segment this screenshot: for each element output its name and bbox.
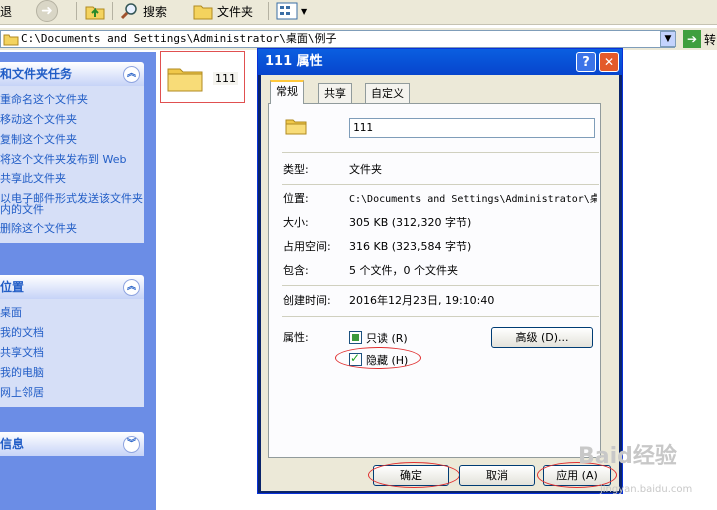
folders-button[interactable]: 文件夹 <box>192 0 253 22</box>
created-label: 创建时间: <box>283 294 331 307</box>
folder-icon <box>3 34 19 46</box>
size-value: 305 KB (312,320 字节) <box>349 216 472 229</box>
help-icon: ? <box>582 55 590 70</box>
folder-item[interactable]: 111 <box>160 51 245 103</box>
watermark: Baid经验 <box>578 444 677 469</box>
readonly-label[interactable]: 只读 (R) <box>366 330 408 346</box>
size-on-disk-label: 占用空间: <box>283 240 331 253</box>
details-panel: 信息 ︾ <box>0 432 144 456</box>
dialog-body: 常规 共享 自定义 111 类型: 文件夹 位置: C:\Documents a… <box>261 75 619 491</box>
place-network[interactable]: 网上邻居 <box>0 383 144 403</box>
general-tab-page: 111 类型: 文件夹 位置: C:\Documents and Setting… <box>268 103 601 458</box>
address-input[interactable]: C:\Documents and Settings\Administrator\… <box>0 30 675 48</box>
attributes-label: 属性: <box>283 331 309 344</box>
location-value: C:\Documents and Settings\Administrator\… <box>349 194 597 205</box>
go-label[interactable]: 转 <box>704 31 716 48</box>
search-label: 搜索 <box>143 4 168 19</box>
size-label: 大小: <box>283 216 309 229</box>
search-button[interactable]: 搜索 <box>120 0 167 22</box>
details-panel-header[interactable]: 信息 ︾ <box>0 432 144 456</box>
close-button[interactable]: ✕ <box>599 52 619 72</box>
tasks-panel-header[interactable]: 和文件夹任务 ︽ <box>0 62 144 86</box>
tab-sharing[interactable]: 共享 <box>318 83 352 103</box>
toolbar-divider <box>76 2 77 20</box>
arrow-right-icon: ➔ <box>686 32 698 46</box>
address-bar: C:\Documents and Settings\Administrator\… <box>0 28 717 50</box>
task-rename[interactable]: 重命名这个文件夹 <box>0 90 144 110</box>
views-icon <box>276 2 298 20</box>
folder-icon <box>167 68 203 92</box>
help-button[interactable]: ? <box>576 52 596 72</box>
size-on-disk-value: 316 KB (323,584 字节) <box>349 240 472 253</box>
back-button-fragment[interactable]: 退 <box>0 0 12 22</box>
search-icon <box>120 3 137 20</box>
toolbar-divider <box>112 2 113 20</box>
up-folder-icon <box>85 6 105 20</box>
forward-button[interactable]: ➜ <box>36 0 58 22</box>
created-value: 2016年12月23日, 19:10:40 <box>349 294 495 307</box>
chevron-down-icon: ▼ <box>301 6 308 16</box>
up-folder-button[interactable] <box>84 0 106 22</box>
readonly-checkbox[interactable] <box>349 331 362 344</box>
task-copy[interactable]: 复制这个文件夹 <box>0 130 144 150</box>
task-delete[interactable]: 删除这个文件夹 <box>0 219 144 239</box>
place-shared-documents[interactable]: 共享文档 <box>0 343 144 363</box>
properties-dialog: 111 属性 ? ✕ 常规 共享 自定义 111 类型: 文件夹 位置: C:\… <box>257 48 623 494</box>
dialog-title: 111 属性 <box>265 54 323 69</box>
highlight-annotation <box>335 347 421 369</box>
place-desktop[interactable]: 桌面 <box>0 303 144 323</box>
toolbar-divider <box>268 2 269 20</box>
toolbar: 退 ➜ 搜索 文件夹 ▼ <box>0 0 717 25</box>
place-my-documents[interactable]: 我的文档 <box>0 323 144 343</box>
advanced-button[interactable]: 高级 (D)... <box>491 327 593 348</box>
divider <box>282 285 599 286</box>
task-publish[interactable]: 将这个文件夹发布到 Web <box>0 150 144 169</box>
highlight-annotation <box>368 462 460 488</box>
places-panel-header[interactable]: 位置 ︽ <box>0 275 144 299</box>
chevron-down-icon: ▼ <box>664 34 672 44</box>
tab-general[interactable]: 常规 <box>270 80 304 104</box>
folder-icon <box>285 119 307 135</box>
folder-icon <box>193 5 213 20</box>
contains-value: 5 个文件，0 个文件夹 <box>349 264 458 277</box>
divider <box>282 316 599 317</box>
task-move[interactable]: 移动这个文件夹 <box>0 110 144 130</box>
close-icon: ✕ <box>603 55 615 69</box>
watermark-url: jingyan.baidu.com <box>600 484 693 495</box>
task-share[interactable]: 共享此文件夹 <box>0 169 144 189</box>
type-label: 类型: <box>283 163 309 176</box>
folders-label: 文件夹 <box>217 4 254 19</box>
address-dropdown-button[interactable]: ▼ <box>660 31 676 47</box>
tasks-panel: 和文件夹任务 ︽ 重命名这个文件夹 移动这个文件夹 复制这个文件夹 将这个文件夹… <box>0 62 144 243</box>
go-button[interactable]: ➔ <box>683 30 701 48</box>
places-list: 桌面 我的文档 共享文档 我的电脑 网上邻居 <box>0 299 144 407</box>
divider <box>282 152 599 153</box>
divider <box>282 184 599 185</box>
collapse-icon[interactable]: ︽ <box>123 66 140 83</box>
places-panel: 位置 ︽ 桌面 我的文档 共享文档 我的电脑 网上邻居 <box>0 275 144 407</box>
place-my-computer[interactable]: 我的电脑 <box>0 363 144 383</box>
views-button[interactable]: ▼ <box>276 0 307 22</box>
tab-customize[interactable]: 自定义 <box>365 83 410 103</box>
indeterminate-mark <box>352 334 359 341</box>
cancel-button[interactable]: 取消 <box>459 465 535 486</box>
expand-icon[interactable]: ︾ <box>123 436 140 453</box>
task-pane: 和文件夹任务 ︽ 重命名这个文件夹 移动这个文件夹 复制这个文件夹 将这个文件夹… <box>0 52 156 510</box>
dialog-title-bar[interactable]: 111 属性 ? ✕ <box>258 49 622 75</box>
tasks-list: 重命名这个文件夹 移动这个文件夹 复制这个文件夹 将这个文件夹发布到 Web 共… <box>0 86 144 243</box>
type-value: 文件夹 <box>349 163 382 176</box>
address-path: C:\Documents and Settings\Administrator\… <box>21 32 337 45</box>
arrow-right-icon: ➜ <box>41 3 53 19</box>
location-label: 位置: <box>283 192 309 205</box>
folder-name: 111 <box>213 72 238 85</box>
contains-label: 包含: <box>283 264 309 277</box>
task-email[interactable]: 以电子邮件形式发送该文件夹内的文件 <box>0 189 144 219</box>
folder-name-input[interactable]: 111 <box>349 118 595 138</box>
collapse-icon[interactable]: ︽ <box>123 279 140 296</box>
